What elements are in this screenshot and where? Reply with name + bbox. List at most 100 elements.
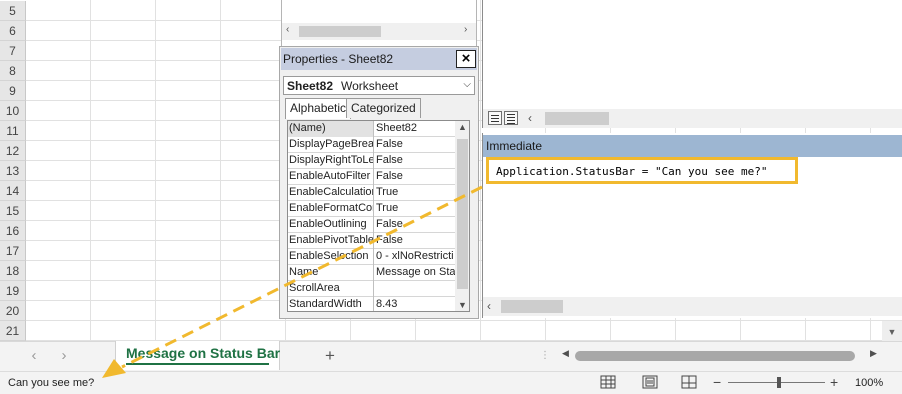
tab-split-handle[interactable]: ⋮ [540,350,550,361]
property-row[interactable]: Name Message on Sta [288,265,455,281]
row-header[interactable]: 16 [0,221,26,241]
property-row[interactable]: EnableSelection 0 - xlNoRestricti [288,249,455,265]
row-header[interactable]: 19 [0,281,26,301]
property-row[interactable]: EnableOutlining False [288,217,455,233]
zoom-in-button[interactable]: + [830,374,838,390]
property-value[interactable]: False [375,153,455,169]
row-header[interactable]: 5 [0,1,26,21]
row-header[interactable]: 14 [0,181,26,201]
scroll-left-arrow-icon[interactable]: ◀ [562,348,569,359]
property-value[interactable]: 0 - xlNoRestricti [375,249,455,265]
previous-sheet-button[interactable]: ‹ [24,346,44,366]
horizontal-scroll-thumb[interactable] [575,351,855,361]
normal-view-button[interactable] [598,374,618,392]
close-icon[interactable]: × [456,50,476,68]
project-explorer-scrollbar[interactable]: ‹ › [282,23,476,40]
code-window-scrollbar[interactable]: ‹ [483,109,902,128]
property-name: DisplayRightToLef [288,153,374,169]
properties-scrollbar[interactable]: ▲ ▼ [455,121,469,311]
property-value[interactable]: False [375,137,455,153]
code-scroll-thumb[interactable] [545,112,609,125]
property-value[interactable]: True [375,201,455,217]
zoom-level[interactable]: 100% [855,377,883,389]
new-sheet-button[interactable]: + [320,345,340,367]
property-value[interactable]: False [375,217,455,233]
property-value[interactable]: False [375,169,455,185]
row-header[interactable]: 9 [0,81,26,101]
row-header[interactable]: 18 [0,261,26,281]
project-explorer-pane: ‹ › [281,0,477,46]
property-row[interactable]: DisplayPageBreak False [288,137,455,153]
property-value[interactable]: 8.43 [375,297,455,311]
project-explorer-scroll-thumb[interactable] [299,26,381,37]
properties-scroll-thumb[interactable] [457,139,468,289]
property-name: EnableAutoFilter [288,169,374,185]
procedure-view-icon[interactable] [488,111,502,125]
scroll-up-icon[interactable]: ▲ [458,122,467,132]
row-header[interactable]: 20 [0,301,26,321]
row-header[interactable]: 15 [0,201,26,221]
immediate-window: Immediate Application.StatusBar = "Can y… [482,133,902,318]
property-name: EnableFormatCon [288,201,374,217]
property-row[interactable]: ScrollArea [288,281,455,297]
code-window[interactable]: ‹ [482,0,902,128]
page-layout-icon [642,375,658,389]
next-sheet-button[interactable]: › [54,346,74,366]
sheet-tab-bar: ‹ › Message on Status Bar + ⋮ ◀ ▶ [0,341,902,371]
row-header[interactable]: 11 [0,121,26,141]
property-row[interactable]: EnableAutoFilter False [288,169,455,185]
sheet-tab-message-on-status-bar[interactable]: Message on Status Bar [115,341,280,370]
chevron-down-icon: ⌵ [463,79,471,90]
properties-title-bar[interactable]: Properties - Sheet82 × [281,48,477,70]
vertical-scroll-down-button[interactable]: ▼ [882,321,902,341]
property-row[interactable]: DisplayRightToLef False [288,153,455,169]
property-name: EnableSelection [288,249,374,265]
properties-grid: (Name) Sheet82 DisplayPageBreak False Displa… [287,120,470,312]
immediate-scrollbar[interactable]: ‹ [483,297,902,316]
property-row[interactable]: (Name) Sheet82 [288,121,455,137]
property-value[interactable]: True [375,185,455,201]
row-header[interactable]: 21 [0,321,26,341]
normal-view-icon [600,375,616,389]
scroll-left-icon[interactable]: ‹ [487,299,491,313]
status-bar-message: Can you see me? [8,377,95,389]
row-header[interactable]: 17 [0,241,26,261]
page-break-view-button[interactable] [679,374,699,392]
property-row[interactable]: EnablePivotTable False [288,233,455,249]
property-value[interactable]: Message on Sta [375,265,455,281]
row-header[interactable]: 10 [0,101,26,121]
horizontal-scrollbar[interactable] [575,351,865,361]
tab-alphabetic[interactable]: Alphabetic [285,98,352,119]
scroll-down-icon[interactable]: ▼ [458,300,467,310]
page-layout-view-button[interactable] [640,374,660,392]
row-header[interactable]: 7 [0,41,26,61]
full-module-view-icon[interactable] [504,111,518,125]
zoom-out-button[interactable]: − [713,374,721,390]
immediate-title-bar[interactable]: Immediate [483,135,902,157]
property-name: Name [288,265,374,281]
property-value[interactable]: False [375,233,455,249]
property-row[interactable]: EnableFormatCon True [288,201,455,217]
immediate-code-line[interactable]: Application.StatusBar = "Can you see me?… [496,165,768,178]
scroll-right-arrow-icon[interactable]: ▶ [870,348,877,359]
row-header[interactable]: 12 [0,141,26,161]
property-name: ScrollArea [288,281,374,297]
scroll-left-icon[interactable]: ‹ [528,111,532,125]
scroll-right-icon[interactable]: › [464,24,467,35]
row-header[interactable]: 13 [0,161,26,181]
property-value[interactable]: Sheet82 [375,121,455,137]
zoom-slider-thumb[interactable] [777,377,781,388]
property-name: (Name) [288,121,374,137]
property-row[interactable]: EnableCalculation True [288,185,455,201]
active-tab-underline [126,363,269,365]
immediate-scroll-thumb[interactable] [501,300,563,313]
row-header[interactable]: 8 [0,61,26,81]
object-selector-dropdown[interactable]: Sheet82 Worksheet ⌵ [283,76,475,95]
property-row[interactable]: StandardWidth 8.43 [288,297,455,311]
property-value[interactable] [375,281,455,297]
immediate-title: Immediate [486,139,543,153]
object-name: Sheet82 [287,79,334,93]
row-header[interactable]: 6 [0,21,26,41]
tab-categorized[interactable]: Categorized [346,98,421,118]
scroll-left-icon[interactable]: ‹ [286,24,289,35]
